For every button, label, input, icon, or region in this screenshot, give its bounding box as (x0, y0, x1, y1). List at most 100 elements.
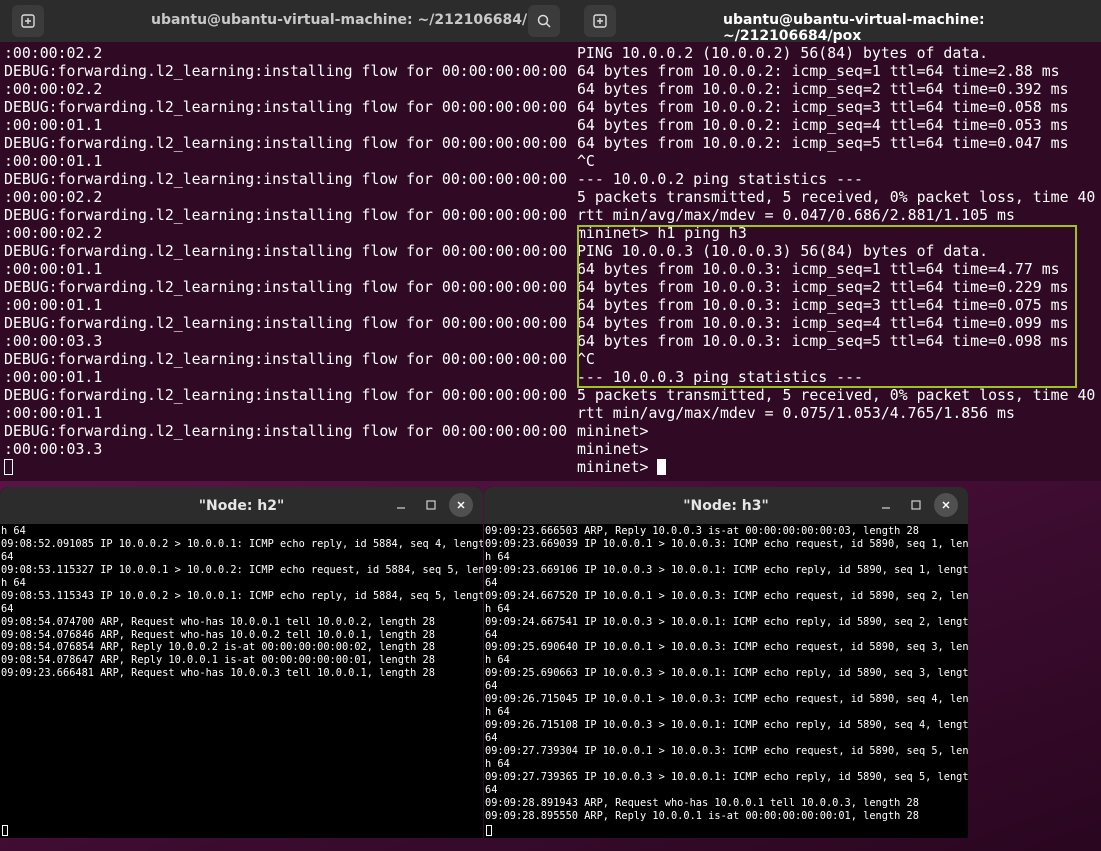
terminal-line: DEBUG:forwarding.l2_learning:installing … (4, 170, 575, 188)
terminal-line-text: 64 bytes from 10.0.0.2: icmp_seq=1 ttl=6… (577, 62, 1060, 80)
terminal-cursor (486, 825, 492, 836)
terminal-line-text: mininet> (577, 440, 649, 458)
terminal-line: 5 packets transmitted, 5 received, 0% pa… (577, 386, 1101, 404)
terminal-line: DEBUG:forwarding.l2_learning:installing … (4, 134, 575, 152)
new-tab-button[interactable] (12, 5, 44, 37)
terminal-line: 64 (485, 732, 968, 745)
terminal-line-text: h 64 (485, 602, 510, 615)
terminal-line: :00:00:01.1 (4, 404, 575, 422)
terminal-line-text: 09:08:52.091085 IP 10.0.0.2 > 10.0.0.1: … (1, 537, 483, 550)
terminal-line-text: mininet> h1 ping h3 (577, 224, 747, 242)
terminal-line: mininet> (577, 422, 1101, 440)
terminal-line: 64 (1, 551, 483, 564)
terminal-line-text: 64 (485, 783, 498, 796)
terminal-line: 09:09:23.669039 IP 10.0.0.1 > 10.0.0.3: … (485, 538, 968, 551)
node-h2-output[interactable]: h 64 09:08:52.091085 IP 10.0.0.2 > 10.0.0… (0, 524, 483, 838)
close-button[interactable] (934, 493, 958, 517)
close-button[interactable] (449, 493, 473, 517)
terminal-line-text: :00:00:01.1 (4, 116, 103, 134)
terminal-line-text: 09:09:24.667541 IP 10.0.0.3 > 10.0.0.1: … (485, 615, 968, 628)
terminal-line: 64 bytes from 10.0.0.3: icmp_seq=1 ttl=6… (577, 260, 1101, 278)
terminal-line-text: 09:09:23.669106 IP 10.0.0.3 > 10.0.0.1: … (485, 563, 968, 576)
terminal-line-text: DEBUG:forwarding.l2_learning:installing … (4, 278, 568, 296)
terminal-line: 64 bytes from 10.0.0.2: icmp_seq=1 ttl=6… (577, 62, 1101, 80)
terminal-line-text: DEBUG:forwarding.l2_learning:installing … (4, 98, 568, 116)
terminal-line: rtt min/avg/max/mdev = 0.047/0.686/2.881… (577, 206, 1101, 224)
terminal-line-text: 64 (1, 602, 14, 615)
window-title: "Node: h2" (198, 497, 285, 514)
terminal-line-text: mininet> (577, 422, 649, 440)
terminal-line-text: 64 (485, 732, 498, 744)
terminal-line-text: 09:09:23.666481 ARP, Request who-has 10.… (1, 667, 435, 680)
terminal-line: 09:08:54.078647 ARP, Reply 10.0.0.1 is-a… (1, 654, 483, 667)
search-button[interactable] (528, 5, 560, 37)
terminal-line: :00:00:02.2 (4, 188, 575, 206)
terminal-line-text: 09:08:53.115343 IP 10.0.0.2 > 10.0.0.1: … (1, 589, 483, 602)
terminal-line: DEBUG:forwarding.l2_learning:installing … (4, 206, 575, 224)
terminal-line-text: 64 (485, 628, 498, 641)
terminal-line: :00:00:01.1 (4, 116, 575, 134)
terminal-line-text: :00:00:01.1 (4, 260, 103, 278)
terminal-line: DEBUG:forwarding.l2_learning:installing … (4, 350, 575, 368)
terminal-line-text: 09:09:28.895550 ARP, Reply 10.0.0.1 is-a… (485, 809, 919, 822)
terminal-line: 64 bytes from 10.0.0.2: icmp_seq=5 ttl=6… (577, 134, 1101, 152)
terminal-line: DEBUG:forwarding.l2_learning:installing … (4, 386, 575, 404)
terminal-line: h 64 (1, 525, 483, 538)
terminal-line-text: :00:00:02.2 (4, 188, 103, 206)
terminal-line: 09:09:27.739304 IP 10.0.0.1 > 10.0.0.3: … (485, 745, 968, 758)
maximize-button[interactable] (419, 493, 443, 517)
terminal-line-text: 09:08:54.076854 ARP, Reply 10.0.0.2 is-a… (1, 641, 435, 654)
terminal-line-text: h 64 (1, 576, 26, 589)
terminal-line-text: 64 (1, 550, 14, 563)
terminal-line: DEBUG:forwarding.l2_learning:installing … (4, 422, 575, 440)
terminal-line-text: 64 bytes from 10.0.0.2: icmp_seq=4 ttl=6… (577, 116, 1069, 134)
terminal-line: PING 10.0.0.3 (10.0.0.3) 56(84) bytes of… (577, 242, 1101, 260)
terminal-line: 64 bytes from 10.0.0.2: icmp_seq=3 ttl=6… (577, 98, 1101, 116)
terminal-line: 09:08:54.074700 ARP, Request who-has 10.… (1, 616, 483, 629)
terminal-line: 64 (1, 603, 483, 616)
terminal-line-text: 09:09:27.739304 IP 10.0.0.1 > 10.0.0.3: … (485, 744, 968, 757)
right-terminal-output[interactable]: PING 10.0.0.2 (10.0.0.2) 56(84) bytes of… (572, 42, 1101, 481)
terminal-line: PING 10.0.0.2 (10.0.0.2) 56(84) bytes of… (577, 44, 1101, 62)
terminal-line: 09:09:23.666503 ARP, Reply 10.0.0.3 is-a… (485, 525, 968, 538)
terminal-line-text: :00:00:01.1 (4, 152, 103, 170)
terminal-line: 09:08:54.076846 ARP, Request who-has 10.… (1, 629, 483, 642)
terminal-line: :00:00:02.2 (4, 224, 575, 242)
terminal-line-text: mininet> (577, 458, 658, 476)
terminal-line-text: PING 10.0.0.2 (10.0.0.2) 56(84) bytes of… (577, 44, 989, 62)
node-h3-output[interactable]: 09:09:23.666503 ARP, Reply 10.0.0.3 is-a… (484, 524, 968, 838)
terminal-line-text: 09:09:24.667520 IP 10.0.0.1 > 10.0.0.3: … (485, 589, 968, 602)
node-h3-titlebar: "Node: h3" (484, 487, 968, 524)
minimize-button[interactable] (874, 493, 898, 517)
left-terminal-output[interactable]: :00:00:02.2 DEBUG:forwarding.l2_learning:… (0, 42, 575, 481)
terminal-line: DEBUG:forwarding.l2_learning:installing … (4, 98, 575, 116)
terminal-line: 09:08:53.115327 IP 10.0.0.1 > 10.0.0.2: … (1, 564, 483, 577)
maximize-button[interactable] (904, 493, 928, 517)
terminal-line: 09:09:23.666481 ARP, Request who-has 10.… (1, 667, 483, 680)
terminal-line: ^C (577, 350, 1101, 368)
terminal-line-text: 64 bytes from 10.0.0.3: icmp_seq=1 ttl=6… (577, 260, 1060, 278)
terminal-line-text: 09:09:25.690640 IP 10.0.0.1 > 10.0.0.3: … (485, 641, 968, 654)
terminal-line: :00:00:03.3 (4, 332, 575, 350)
minimize-button[interactable] (389, 493, 413, 517)
terminal-line-text: 09:09:27.739365 IP 10.0.0.3 > 10.0.0.1: … (485, 770, 968, 783)
terminal-line-text: :00:00:01.1 (4, 404, 103, 422)
terminal-line-text: --- 10.0.0.2 ping statistics --- (577, 170, 863, 188)
terminal-line-text: DEBUG:forwarding.l2_learning:installing … (4, 242, 568, 260)
terminal-line-text: rtt min/avg/max/mdev = 0.075/1.053/4.765… (577, 404, 1015, 422)
right-terminal-window: ubantu@ubantu-virtual-machine: ~/2121066… (572, 0, 1101, 481)
terminal-line-text: 64 bytes from 10.0.0.2: icmp_seq=3 ttl=6… (577, 98, 1069, 116)
terminal-line: ^C (577, 152, 1101, 170)
right-terminal-titlebar: ubantu@ubantu-virtual-machine: ~/2121066… (572, 0, 1101, 44)
new-tab-button[interactable] (584, 5, 616, 37)
terminal-line: --- 10.0.0.3 ping statistics --- (577, 368, 1101, 386)
window-title: ubantu@ubantu-virtual-machine: ~/2121066… (723, 12, 985, 44)
terminal-line: 09:09:26.715045 IP 10.0.0.1 > 10.0.0.3: … (485, 693, 968, 706)
terminal-line-text: 09:08:54.078647 ARP, Reply 10.0.0.1 is-a… (1, 654, 435, 667)
terminal-line-text: DEBUG:forwarding.l2_learning:installing … (4, 206, 568, 224)
terminal-line-text: ^C (577, 152, 595, 170)
terminal-line: 09:09:26.715108 IP 10.0.0.3 > 10.0.0.1: … (485, 719, 968, 732)
terminal-line: 09:09:28.895550 ARP, Reply 10.0.0.1 is-a… (485, 810, 968, 823)
terminal-line-text: 64 bytes from 10.0.0.2: icmp_seq=2 ttl=6… (577, 80, 1069, 98)
terminal-line-text: 64 (485, 576, 498, 589)
